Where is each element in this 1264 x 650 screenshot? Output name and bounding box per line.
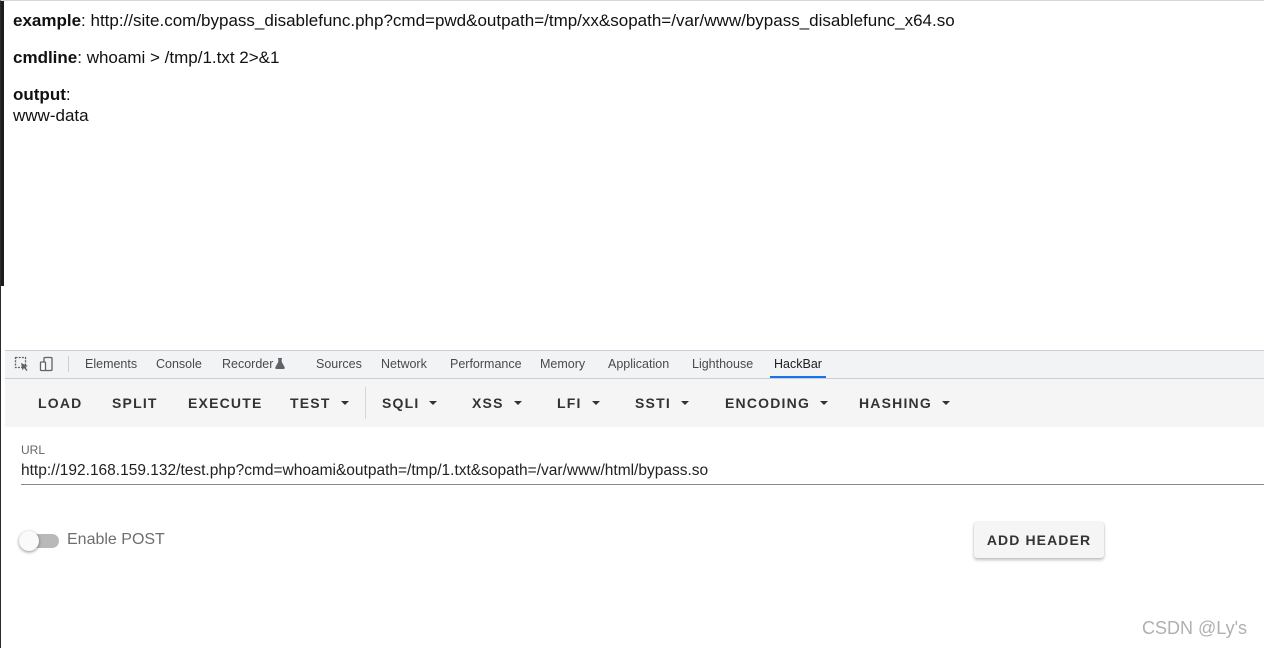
encoding-dropdown-button[interactable]: ENCODING — [725, 379, 829, 427]
page-content: example: http://site.com/bypass_disablef… — [5, 1, 1264, 350]
toggle-knob — [19, 531, 39, 551]
tab-performance[interactable]: Performance — [450, 351, 522, 378]
lfi-label: LFI — [557, 395, 582, 411]
enable-post-label: Enable POST — [67, 531, 165, 548]
tab-lighthouse[interactable]: Lighthouse — [692, 351, 753, 378]
toolbar-divider — [68, 356, 69, 372]
tab-recorder[interactable]: Recorder — [222, 351, 286, 379]
xss-dropdown-button[interactable]: XSS — [472, 379, 522, 427]
caret-down-icon — [429, 401, 438, 405]
url-field-label: URL — [21, 443, 46, 457]
load-button[interactable]: LOAD — [38, 379, 82, 427]
tab-recorder-label: Recorder — [222, 357, 274, 371]
browser-viewport: example: http://site.com/bypass_disablef… — [0, 0, 1264, 650]
cmdline-value: whoami > /tmp/1.txt 2>&1 — [86, 48, 280, 67]
example-value: http://site.com/bypass_disablefunc.php?c… — [90, 11, 955, 30]
example-label: example — [13, 11, 82, 30]
encoding-label: ENCODING — [725, 395, 811, 411]
cmdline-label: cmdline — [13, 48, 78, 67]
test-label: TEST — [290, 395, 331, 411]
caret-down-icon — [820, 401, 829, 405]
caret-down-icon — [340, 401, 349, 405]
flask-icon — [275, 352, 286, 379]
add-header-button[interactable]: ADD HEADER — [974, 522, 1104, 558]
devtools-tabbar: Elements Console Recorder Sources Networ… — [5, 351, 1264, 379]
ssti-label: SSTI — [635, 395, 671, 411]
output-value: www-data — [13, 106, 89, 125]
caret-down-icon — [680, 401, 689, 405]
xss-label: XSS — [472, 395, 504, 411]
toolbar-divider — [365, 387, 366, 419]
tab-sources[interactable]: Sources — [316, 351, 362, 378]
devtools-panel: Elements Console Recorder Sources Networ… — [5, 350, 1264, 650]
hashing-label: HASHING — [859, 395, 932, 411]
cmdline-separator: : — [77, 48, 87, 67]
tab-elements[interactable]: Elements — [85, 351, 137, 378]
lfi-dropdown-button[interactable]: LFI — [557, 379, 600, 427]
caret-down-icon — [513, 401, 522, 405]
tab-network[interactable]: Network — [381, 351, 427, 378]
inspect-element-icon[interactable] — [14, 356, 30, 372]
tab-application[interactable]: Application — [608, 351, 669, 378]
output-colon: : — [65, 85, 71, 104]
caret-down-icon — [941, 401, 950, 405]
sqli-dropdown-button[interactable]: SQLI — [382, 379, 438, 427]
device-toolbar-icon[interactable] — [39, 356, 55, 372]
tab-console[interactable]: Console — [156, 351, 202, 378]
tab-memory[interactable]: Memory — [540, 351, 585, 378]
window-edge-marker — [1, 1, 4, 286]
example-line: example: http://site.com/bypass_disablef… — [13, 11, 955, 31]
sqli-label: SQLI — [382, 395, 420, 411]
hashing-dropdown-button[interactable]: HASHING — [859, 379, 950, 427]
caret-down-icon — [591, 401, 600, 405]
csdn-watermark: CSDN @Ly's — [1142, 618, 1248, 638]
url-input[interactable] — [21, 458, 1264, 485]
output-label: output — [13, 85, 66, 104]
ssti-dropdown-button[interactable]: SSTI — [635, 379, 689, 427]
tab-hackbar[interactable]: HackBar — [770, 351, 826, 378]
split-button[interactable]: SPLIT — [112, 379, 158, 427]
execute-button[interactable]: EXECUTE — [188, 379, 263, 427]
example-separator: : — [81, 11, 91, 30]
test-dropdown-button[interactable]: TEST — [290, 379, 349, 427]
enable-post-toggle[interactable] — [19, 531, 59, 551]
output-line: output: — [13, 85, 71, 105]
hackbar-toolbar: LOAD SPLIT EXECUTE TEST SQLI XSS LFI SST… — [5, 379, 1264, 427]
cmdline-line: cmdline: whoami > /tmp/1.txt 2>&1 — [13, 48, 279, 68]
